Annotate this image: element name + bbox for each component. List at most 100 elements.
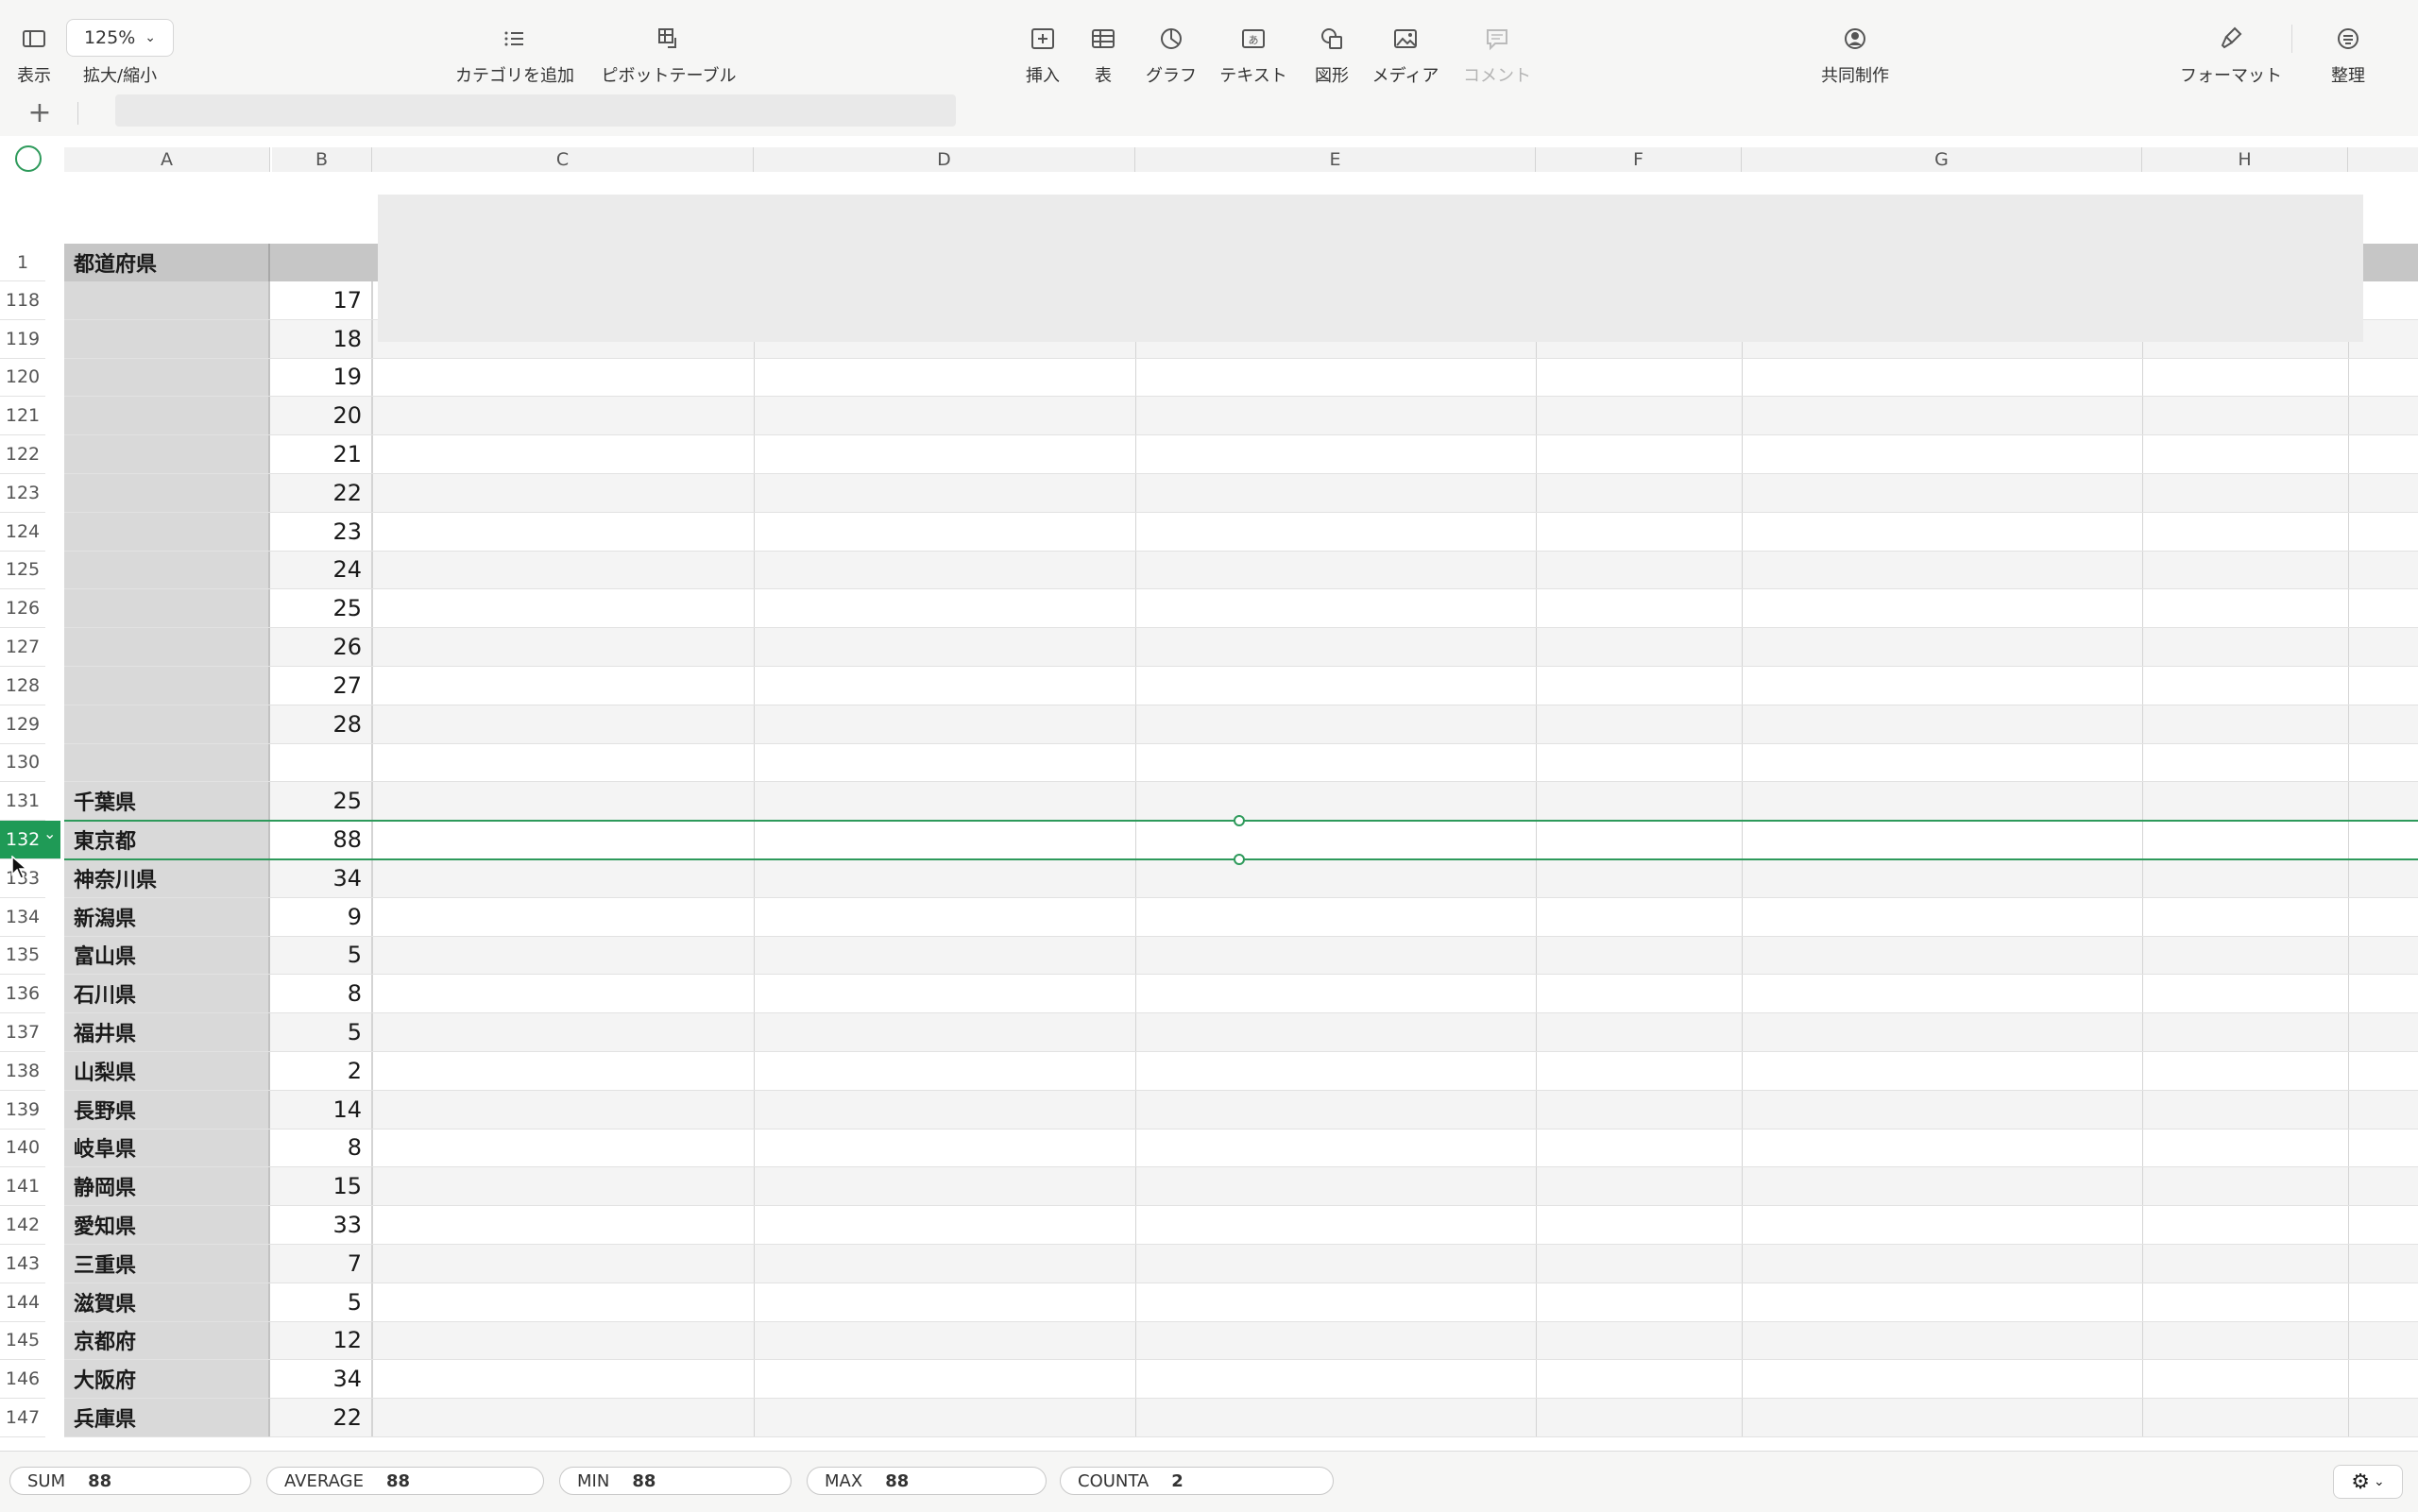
row-header-137[interactable]: 137 xyxy=(0,1013,45,1052)
row-header-141[interactable]: 141 xyxy=(0,1167,45,1207)
pivot-table-button[interactable]: ピボットテーブル xyxy=(599,0,739,91)
text-button[interactable]: あ テキスト xyxy=(1218,0,1288,91)
cell-prefecture[interactable]: 愛知県 xyxy=(64,1206,270,1244)
column-header-a[interactable]: A xyxy=(64,147,270,172)
cell-prefecture[interactable]: 神奈川県 xyxy=(64,859,270,897)
cell-prefecture[interactable]: 大阪府 xyxy=(64,1360,270,1399)
chart-button[interactable]: グラフ xyxy=(1143,0,1200,91)
column-header-g[interactable]: G xyxy=(1742,147,2142,172)
cell-value[interactable]: 88 xyxy=(270,821,372,858)
cell-prefecture[interactable]: 三重県 xyxy=(64,1245,270,1283)
insert-button[interactable]: 挿入 xyxy=(1022,0,1064,91)
row-header-138[interactable]: 138 xyxy=(0,1052,45,1091)
cell-prefecture[interactable]: 東京都 xyxy=(64,821,270,858)
row-header-142[interactable]: 142 xyxy=(0,1206,45,1245)
table-row[interactable]: 岐阜県 8 xyxy=(64,1129,2418,1168)
cell-prefecture[interactable]: 新潟県 xyxy=(64,897,270,936)
cell-value[interactable]: 9 xyxy=(270,897,372,936)
row-header-123[interactable]: 123 xyxy=(0,474,45,513)
cell-prefecture[interactable] xyxy=(64,319,270,358)
cell-prefecture[interactable]: 静岡県 xyxy=(64,1167,270,1206)
cell-prefecture[interactable]: 長野県 xyxy=(64,1090,270,1129)
row-header-134[interactable]: 134 xyxy=(0,897,45,937)
row-header-127[interactable]: 127 xyxy=(0,628,45,667)
table-row[interactable]: 京都府 12 xyxy=(64,1321,2418,1361)
cell-value[interactable]: 7 xyxy=(270,1245,372,1283)
cell-prefecture[interactable] xyxy=(64,667,270,705)
table-row[interactable]: 愛知県 33 xyxy=(64,1206,2418,1245)
row-header-139[interactable]: 139 xyxy=(0,1090,45,1130)
stat-min[interactable]: MIN 88 xyxy=(559,1467,792,1495)
cell-prefecture[interactable]: 福井県 xyxy=(64,1013,270,1051)
cell-prefecture[interactable]: 岐阜県 xyxy=(64,1129,270,1167)
table-row[interactable]: 21 xyxy=(64,435,2418,474)
cell-prefecture[interactable] xyxy=(64,358,270,397)
spreadsheet-grid[interactable]: 1 都道府県 118 17 119 18 120 19 121 20 122 21 123 22 124… xyxy=(0,181,2418,1451)
row-header-130[interactable]: 130 xyxy=(0,743,45,783)
row-header-121[interactable]: 121 xyxy=(0,397,45,436)
cell-prefecture[interactable]: 石川県 xyxy=(64,975,270,1013)
header-cell-prefecture[interactable]: 都道府県 xyxy=(64,244,270,281)
table-row[interactable]: 25 xyxy=(64,589,2418,629)
cell-value[interactable]: 23 xyxy=(270,512,372,551)
column-header-next[interactable] xyxy=(2348,147,2418,172)
cell-value[interactable]: 26 xyxy=(270,628,372,666)
cell-prefecture[interactable] xyxy=(64,512,270,551)
cell-prefecture[interactable] xyxy=(64,589,270,628)
row-header-128[interactable]: 128 xyxy=(0,667,45,705)
shape-button[interactable]: 図形 xyxy=(1313,0,1351,91)
organize-button[interactable]: 整理 xyxy=(2329,0,2367,91)
stat-sum[interactable]: SUM 88 xyxy=(9,1467,251,1495)
row-header-125[interactable]: 125 xyxy=(0,551,45,590)
row-header-120[interactable]: 120 xyxy=(0,358,45,398)
column-header-b[interactable]: B xyxy=(272,147,372,172)
table-row[interactable]: 23 xyxy=(64,512,2418,552)
row-header-131[interactable]: 131 xyxy=(0,782,45,822)
column-header-e[interactable]: E xyxy=(1135,147,1536,172)
cell-value[interactable]: 15 xyxy=(270,1167,372,1206)
table-row[interactable]: 神奈川県 34 xyxy=(64,859,2418,898)
table-row[interactable]: 新潟県 9 xyxy=(64,897,2418,937)
row-header-126[interactable]: 126 xyxy=(0,589,45,629)
cell-value[interactable]: 5 xyxy=(270,1283,372,1321)
cell-value[interactable] xyxy=(270,743,372,782)
cell-value[interactable]: 5 xyxy=(270,936,372,975)
cell-prefecture[interactable] xyxy=(64,628,270,666)
table-row[interactable]: 石川県 8 xyxy=(64,975,2418,1014)
cell-value[interactable]: 2 xyxy=(270,1052,372,1090)
cell-prefecture[interactable] xyxy=(64,743,270,782)
table-row[interactable]: 24 xyxy=(64,551,2418,590)
cell-prefecture[interactable] xyxy=(64,435,270,473)
row-header-119[interactable]: 119 xyxy=(0,319,45,359)
row-header-144[interactable]: 144 xyxy=(0,1283,45,1322)
row-header-129[interactable]: 129 xyxy=(0,705,45,744)
cell-value[interactable]: 27 xyxy=(270,667,372,705)
stat-max[interactable]: MAX 88 xyxy=(807,1467,1047,1495)
cell-prefecture[interactable] xyxy=(64,474,270,512)
cell-prefecture[interactable] xyxy=(64,705,270,743)
row-header-1[interactable]: 1 xyxy=(0,244,45,281)
row-header-118[interactable]: 118 xyxy=(0,281,45,320)
cell-value[interactable]: 8 xyxy=(270,975,372,1013)
cell-prefecture[interactable] xyxy=(64,397,270,435)
cell-value[interactable]: 22 xyxy=(270,1399,372,1436)
cell-prefecture[interactable]: 山梨県 xyxy=(64,1052,270,1090)
cell-value[interactable]: 8 xyxy=(270,1129,372,1167)
cell-value[interactable]: 21 xyxy=(270,435,372,473)
table-row[interactable]: 26 xyxy=(64,628,2418,667)
cell-prefecture[interactable]: 滋賀県 xyxy=(64,1283,270,1321)
table-row[interactable]: 福井県 5 xyxy=(64,1013,2418,1052)
table-row[interactable]: 28 xyxy=(64,705,2418,744)
column-header-c[interactable]: C xyxy=(372,147,754,172)
table-row[interactable]: 富山県 5 xyxy=(64,936,2418,976)
cell-prefecture[interactable] xyxy=(64,551,270,589)
format-button[interactable]: フォーマット xyxy=(2178,0,2284,91)
table-row[interactable] xyxy=(64,743,2418,783)
add-category-button[interactable]: カテゴリを追加 xyxy=(453,0,576,91)
table-button[interactable]: 表 xyxy=(1086,0,1120,91)
table-row[interactable]: 20 xyxy=(64,397,2418,436)
table-row[interactable]: 三重県 7 xyxy=(64,1245,2418,1283)
table-row[interactable]: 長野県 14 xyxy=(64,1090,2418,1130)
row-header-146[interactable]: 146 xyxy=(0,1360,45,1400)
cell-value[interactable]: 14 xyxy=(270,1090,372,1129)
